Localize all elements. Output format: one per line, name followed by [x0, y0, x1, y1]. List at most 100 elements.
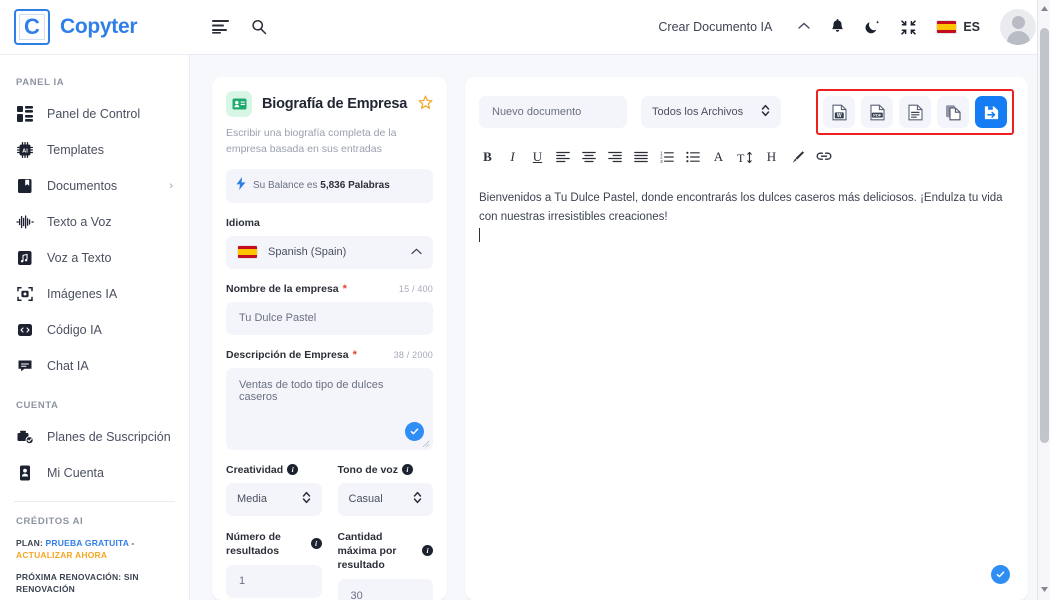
- sidebar-item-imagenes-ia[interactable]: Imágenes IA: [0, 276, 189, 312]
- tone-select[interactable]: Casual: [337, 482, 433, 516]
- company-name-input[interactable]: Tu Dulce Pastel: [226, 301, 433, 335]
- scroll-up-arrow-icon[interactable]: [1041, 6, 1048, 13]
- font-color-button[interactable]: A: [712, 149, 725, 165]
- balance-value: 5,836 Palabras: [320, 180, 390, 192]
- star-icon[interactable]: [418, 95, 433, 114]
- upgrade-now-link[interactable]: ACTUALIZAR AHORA: [16, 550, 107, 560]
- editor-topbar: Nuevo documento Todos los Archivos W PDF: [465, 77, 1028, 143]
- template-header: Biografía de Empresa: [226, 91, 433, 117]
- app-root: C Copyter Crear Documento IA ES PANEL IA…: [0, 0, 1050, 600]
- create-document-label: Crear Documento IA: [658, 20, 773, 34]
- updown-chevron-icon: [302, 491, 311, 507]
- svg-text:T: T: [737, 151, 745, 164]
- italic-button[interactable]: I: [506, 149, 519, 165]
- results-count-input[interactable]: 1: [226, 564, 322, 598]
- info-icon[interactable]: i: [310, 538, 322, 550]
- company-name-label: Nombre de la empresa: [226, 282, 339, 295]
- info-icon[interactable]: i: [287, 464, 299, 476]
- align-right-button[interactable]: [608, 149, 622, 165]
- editor-confirm-check-icon[interactable]: [991, 565, 1010, 584]
- company-desc-counter: 38 / 2000: [393, 349, 433, 360]
- main-content: Biografía de Empresa Escribir una biogra…: [190, 55, 1050, 600]
- sidebar-item-voz-a-texto[interactable]: Voz a Texto: [0, 240, 189, 276]
- renewal-info: PRÓXIMA RENOVACIÓN: SIN RENOVACIÓN: [16, 571, 139, 594]
- hamburger-icon[interactable]: [212, 20, 229, 34]
- sidebar-item-codigo-ia[interactable]: Código IA: [0, 312, 189, 348]
- sidebar-item-label: Texto a Voz: [47, 215, 112, 229]
- scrollbar-thumb[interactable]: [1040, 28, 1049, 443]
- spain-flag-icon: [936, 20, 958, 34]
- align-center-button[interactable]: [582, 149, 596, 165]
- create-document-button[interactable]: Crear Documento IA: [658, 20, 810, 34]
- top-bar: C Copyter Crear Documento IA ES: [0, 0, 1050, 55]
- sidebar-item-label: Planes de Suscripción: [47, 430, 171, 444]
- chat-icon: [16, 357, 34, 375]
- maxlen-input[interactable]: 30: [337, 579, 433, 600]
- copy-button[interactable]: [937, 96, 969, 128]
- ordered-list-button[interactable]: 1 2 3: [660, 149, 674, 165]
- company-desc-textarea[interactable]: Ventas de todo tipo de dulces caseros: [226, 367, 433, 450]
- sidebar-item-texto-a-voz[interactable]: Texto a Voz: [0, 204, 189, 240]
- language-code: ES: [963, 20, 980, 34]
- moon-icon[interactable]: [865, 19, 881, 35]
- files-filter-select[interactable]: Todos los Archivos: [641, 96, 781, 128]
- sidebar-item-templates[interactable]: AI Templates: [0, 132, 189, 168]
- underline-button[interactable]: U: [531, 149, 544, 165]
- page-scrollbar[interactable]: [1037, 0, 1050, 600]
- image-frame-icon: [16, 285, 34, 303]
- export-word-button[interactable]: W: [823, 96, 855, 128]
- language-selector[interactable]: ES: [936, 20, 980, 34]
- align-justify-button[interactable]: [634, 149, 648, 165]
- template-form-card: Biografía de Empresa Escribir una biogra…: [212, 77, 447, 600]
- desc-confirm-check-icon[interactable]: [405, 421, 424, 441]
- svg-text:W: W: [836, 113, 841, 119]
- sidebar-item-panel-de-control[interactable]: Panel de Control: [0, 96, 189, 132]
- document-icon: [16, 177, 34, 195]
- account-card-icon: [16, 464, 34, 482]
- balance-text: Su Balance es 5,836 Palabras: [253, 180, 390, 191]
- sidebar-item-label: Mi Cuenta: [47, 466, 104, 480]
- svg-text:PDF: PDF: [873, 112, 882, 117]
- topbar-right-group: Crear Documento IA ES: [658, 9, 1050, 45]
- sidebar-item-label: Código IA: [47, 323, 102, 337]
- sidebar: PANEL IA Panel de Control AI Templates D…: [0, 55, 190, 600]
- updown-chevron-icon: [413, 491, 422, 507]
- save-document-button[interactable]: [975, 96, 1007, 128]
- sidebar-item-planes-de-suscripcion[interactable]: Planes de Suscripción: [0, 419, 189, 455]
- resize-grip-icon[interactable]: [422, 440, 431, 449]
- body-row: PANEL IA Panel de Control AI Templates D…: [0, 55, 1050, 600]
- font-size-button[interactable]: T: [737, 149, 753, 165]
- contact-card-icon: [226, 91, 252, 117]
- bold-button[interactable]: B: [481, 149, 494, 165]
- info-icon[interactable]: i: [422, 545, 433, 557]
- brush-button[interactable]: [790, 149, 804, 165]
- sidebar-item-documentos[interactable]: Documentos ›: [0, 168, 189, 204]
- link-button[interactable]: [816, 149, 832, 165]
- brand-name: Copyter: [60, 15, 138, 38]
- heading-button[interactable]: H: [765, 149, 778, 165]
- export-pdf-button[interactable]: PDF: [861, 96, 893, 128]
- document-editor-area[interactable]: Bienvenidos a Tu Dulce Pastel, donde enc…: [465, 175, 1028, 600]
- info-icon[interactable]: i: [401, 464, 413, 476]
- export-text-button[interactable]: [899, 96, 931, 128]
- creativity-tone-row: Creatividad i Media Tono de voz i Casual: [226, 450, 433, 516]
- creativity-select[interactable]: Media: [226, 482, 322, 516]
- search-icon[interactable]: [251, 19, 267, 35]
- scroll-down-arrow-icon[interactable]: [1041, 587, 1048, 594]
- compress-icon[interactable]: [901, 19, 917, 35]
- plan-name: PRUEBA GRATUITA: [45, 538, 129, 548]
- bell-icon[interactable]: [830, 19, 845, 35]
- avatar[interactable]: [1000, 9, 1036, 45]
- template-description: Escribir una biografía completa de la em…: [226, 127, 397, 156]
- brand-logo[interactable]: C Copyter: [0, 9, 190, 45]
- chip-ai-icon: AI: [16, 141, 34, 159]
- sidebar-item-mi-cuenta[interactable]: Mi Cuenta: [0, 455, 189, 491]
- document-name-input[interactable]: Nuevo documento: [479, 96, 627, 128]
- required-mark: *: [342, 282, 347, 295]
- align-left-button[interactable]: [556, 149, 570, 165]
- bullet-list-button[interactable]: [686, 149, 700, 165]
- language-select[interactable]: Spanish (Spain): [226, 235, 433, 269]
- chevron-up-icon[interactable]: [798, 21, 810, 33]
- sidebar-item-chat-ia[interactable]: Chat IA: [0, 348, 189, 384]
- export-buttons-group: W PDF: [816, 89, 1014, 135]
